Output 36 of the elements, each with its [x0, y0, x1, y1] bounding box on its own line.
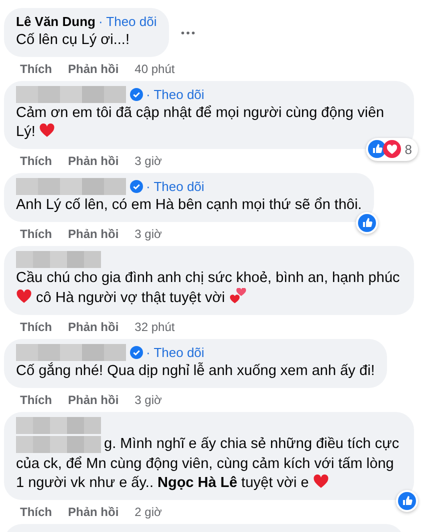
two-hearts-icon [229, 288, 248, 304]
comment-action-link[interactable]: Phản hồi [68, 61, 119, 77]
comment-action-link[interactable]: Phản hồi [68, 153, 119, 169]
comment-time: 2 giờ [134, 504, 162, 520]
heart-icon [312, 474, 329, 489]
comment-action-link[interactable]: Thích [20, 153, 52, 169]
comment-action-link[interactable]: Phản hồi [68, 319, 119, 335]
comment-time: 3 giờ [134, 392, 162, 408]
reaction-number: 8 [404, 140, 412, 158]
follow-link[interactable]: · Theo dõi [146, 86, 204, 103]
comment-action-link[interactable]: Thích [20, 504, 52, 520]
comment-text: Anh Lý cố lên, có em Hà bên cạnh mọi thứ sẽ ổn thôi. [16, 196, 362, 215]
comment-time: 32 phút [134, 319, 175, 335]
comment-text: Cố gắng nhé! Qua dịp nghỉ lễ anh xuống xem anh ấy đi! [16, 362, 375, 381]
reaction-count[interactable]: 8 [366, 138, 418, 161]
heart-icon [39, 123, 56, 138]
comment-text: của ck, để Mn cùng động viên, cùng cảm kích với tấm lòng 1 người vk như e ấy.. Ngọc Hà Lê tuyệt vời e [16, 455, 395, 493]
comment-text: g. Mình nghĩ e ấy chia sẻ những điều tích cực [104, 435, 400, 454]
comment-action-link[interactable]: Thích [20, 61, 52, 77]
comment-time: 3 giờ [134, 226, 162, 242]
comment-action-link[interactable]: Thích [20, 319, 52, 335]
follow-link[interactable]: · Theo dõi [146, 178, 204, 195]
heart-icon [16, 289, 32, 304]
comment-time: 3 giờ [134, 153, 162, 169]
comment-action-link[interactable]: Thích [20, 226, 52, 242]
author-name[interactable]: Lê Văn Dung [16, 13, 96, 30]
follow-link[interactable]: · Theo dõi [98, 13, 157, 30]
comment-time: 40 phút [134, 61, 175, 77]
comment-action-link[interactable]: Phản hồi [68, 504, 119, 520]
more-options-icon[interactable] [180, 30, 195, 34]
follow-link[interactable]: · Theo dõi [146, 344, 204, 361]
comment-action-link[interactable]: Phản hồi [68, 392, 119, 408]
comment-action-link[interactable]: Thích [20, 392, 52, 408]
comment-text: Cầu chú cho gia đình anh chị sức khoẻ, bình an, hạnh phúc cô Hà người vợ thật tuyệt vời [16, 269, 401, 308]
comment-action-link[interactable]: Phản hồi [68, 226, 119, 242]
comment-text: Cố lên cụ Lý ơi...! [16, 31, 130, 50]
